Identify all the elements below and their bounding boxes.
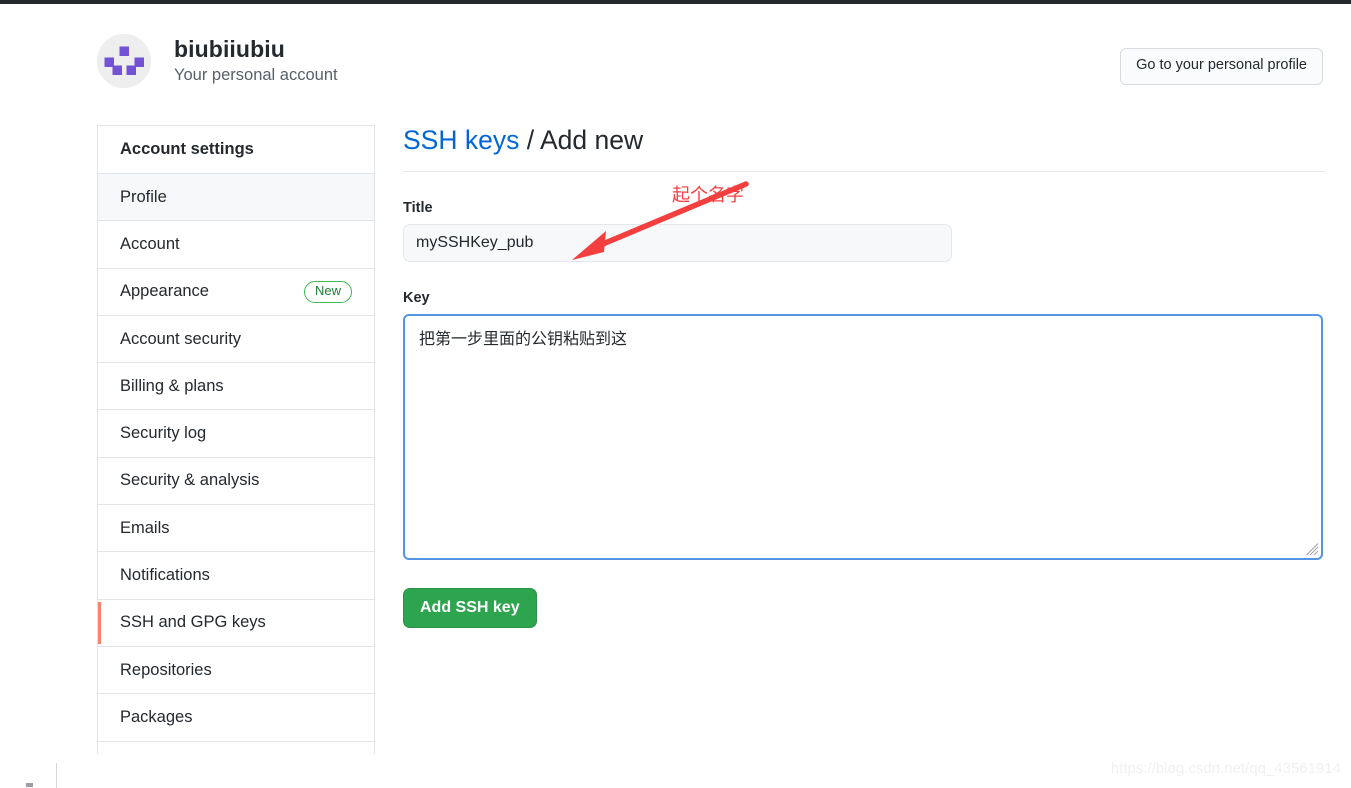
page-title: SSH keys / Add new xyxy=(403,125,1325,172)
account-settings-sidebar: Account settings Profile Account Appeara… xyxy=(97,125,375,754)
sidebar-item-label: Appearance xyxy=(120,282,209,301)
add-ssh-key-button[interactable]: Add SSH key xyxy=(403,587,537,628)
sidebar-item-label: Repositories xyxy=(120,660,212,679)
key-field-label: Key xyxy=(403,289,430,306)
key-textarea[interactable] xyxy=(403,313,1323,560)
identicon-avatar[interactable] xyxy=(97,34,151,88)
breadcrumb-separator: / xyxy=(519,125,540,155)
breadcrumb-current: Add new xyxy=(539,125,644,155)
global-header-strip xyxy=(0,0,1351,4)
sidebar-item-emails[interactable]: Emails xyxy=(98,505,374,553)
page-root: biubiiubiu Your personal account Go to y… xyxy=(0,0,1351,788)
sidebar-item-billing-plans[interactable]: Billing & plans xyxy=(98,363,374,411)
sidebar-item-security-analysis[interactable]: Security & analysis xyxy=(98,457,374,506)
sidebar-item-label: Account xyxy=(120,234,180,253)
sidebar-item-appearance[interactable]: Appearance New xyxy=(98,268,374,316)
bottom-left-artifact xyxy=(26,783,33,787)
sidebar-item-label: Notifications xyxy=(120,566,210,585)
sidebar-item-profile[interactable]: Profile xyxy=(98,174,374,222)
watermark-text: https://blog.csdn.net/qq_43561914 xyxy=(1110,760,1341,777)
main-content: SSH keys / Add new Title Key Add SSH key xyxy=(403,125,1325,628)
sidebar-item-account-security[interactable]: Account security xyxy=(98,315,374,364)
sidebar-item-label: Security log xyxy=(120,424,207,443)
sidebar-item-label: Emails xyxy=(120,518,170,537)
title-field-label: Title xyxy=(403,199,433,216)
sidebar-item-label: SSH and GPG keys xyxy=(120,613,266,632)
sidebar-item-account[interactable]: Account xyxy=(98,221,374,269)
sidebar-item-label: Account security xyxy=(120,329,242,348)
account-header: biubiiubiu Your personal account xyxy=(97,34,338,88)
identicon-avatar-icon xyxy=(97,34,151,88)
breadcrumb-link-ssh-keys[interactable]: SSH keys xyxy=(403,125,519,155)
go-to-personal-profile-button[interactable]: Go to your personal profile xyxy=(1120,48,1323,85)
sidebar-item-security-log[interactable]: Security log xyxy=(98,410,374,458)
sidebar-item-packages[interactable]: Packages xyxy=(98,694,374,742)
sidebar-item-ssh-and-gpg-keys[interactable]: SSH and GPG keys xyxy=(98,599,374,647)
bottom-left-divider xyxy=(56,763,57,788)
sidebar-item-repositories[interactable]: Repositories xyxy=(98,646,374,695)
account-text-block: biubiiubiu Your personal account xyxy=(174,36,338,87)
annotation-text: 起个名字 xyxy=(672,185,744,205)
account-name: biubiiubiu xyxy=(174,35,285,62)
sidebar-title: Account settings xyxy=(98,126,374,174)
status-badge-new: New xyxy=(303,280,352,303)
sidebar-item-cutoff[interactable] xyxy=(98,741,374,754)
title-input[interactable] xyxy=(403,223,952,262)
sidebar-item-label: Packages xyxy=(120,707,193,726)
key-textarea-wrapper xyxy=(403,313,1323,560)
account-subtitle: Your personal account xyxy=(174,66,338,85)
sidebar-item-label: Security & analysis xyxy=(120,471,260,490)
sidebar-item-notifications[interactable]: Notifications xyxy=(98,552,374,600)
sidebar-item-label: Profile xyxy=(120,187,167,206)
sidebar-item-label: Billing & plans xyxy=(120,376,224,395)
